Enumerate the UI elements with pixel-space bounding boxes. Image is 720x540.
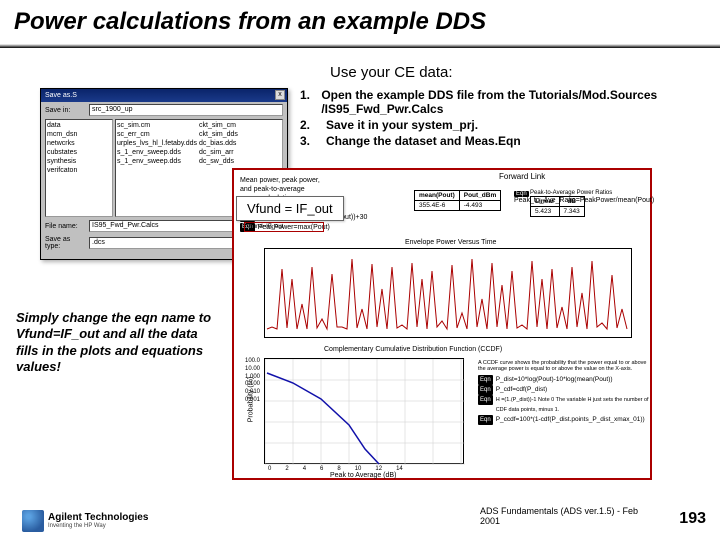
vfund-equation-highlight: Vfund=IF_out — [244, 222, 324, 232]
filename-label: File name: — [45, 223, 85, 230]
filetype-label: Save as type: — [45, 236, 85, 250]
agilent-logo: Agilent Technologies Inventing the HP Wa… — [22, 510, 148, 532]
step-3: 3.Change the dataset and Meas.Eqn — [300, 134, 700, 148]
title-rule — [0, 44, 720, 48]
dialog-titlebar: Save as.S x — [41, 89, 287, 102]
ccdf-equations: A CCDF curve shows the probability that … — [478, 360, 650, 425]
close-icon[interactable]: x — [275, 90, 285, 100]
vfund-callout: Vfund = IF_out — [236, 196, 344, 221]
ccdf-plot — [264, 358, 464, 464]
peak-ratio-table: Peak-to-Average Power Ratios LineardB 5.… — [530, 190, 612, 217]
envelope-power-plot: Envelope Power Versus Time — [264, 248, 632, 338]
steps-list: 1.Open the example DDS file from the Tut… — [300, 88, 700, 150]
pout-table: mean(Pout)Pout_dBm 355.4E-6-4.493 — [414, 190, 501, 211]
slide: Power calculations from an example DDS U… — [0, 0, 720, 540]
ccdf-title: Complementary Cumulative Distribution Fu… — [324, 346, 502, 353]
slide-title: Power calculations from an example DDS — [14, 8, 486, 36]
side-note: Simply change the eqn name to Vfund=IF_o… — [16, 310, 216, 375]
spark-icon — [22, 510, 44, 532]
plot2-ylabel: Probability (%) — [247, 377, 254, 423]
plot1-title: Envelope Power Versus Time — [405, 239, 496, 246]
save-in-label: Save in: — [45, 107, 85, 114]
filename-input[interactable]: IS95_Fwd_Pwr.Calcs — [89, 220, 249, 232]
page-number: 193 — [679, 510, 706, 528]
folder-tree[interactable]: data mcm_dsn netwcrks cubstates synthesi… — [45, 119, 113, 217]
filetype-dropdown[interactable]: .dcs — [89, 237, 249, 249]
step-2: 2.Save it in your system_prj. — [300, 118, 700, 132]
forward-link-label: Forward Link — [499, 172, 545, 181]
save-in-dropdown[interactable]: src_1900_up — [89, 104, 283, 116]
ce-data-prompt: Use your CE data: — [330, 64, 453, 81]
footer: Agilent Technologies Inventing the HP Wa… — [0, 500, 720, 540]
footer-note: ADS Fundamentals (ADS ver.1.5) - Feb 200… — [480, 506, 660, 526]
step-1: 1.Open the example DDS file from the Tut… — [300, 88, 700, 116]
plot2-xlabel: Peak to Average (dB) — [330, 472, 396, 479]
